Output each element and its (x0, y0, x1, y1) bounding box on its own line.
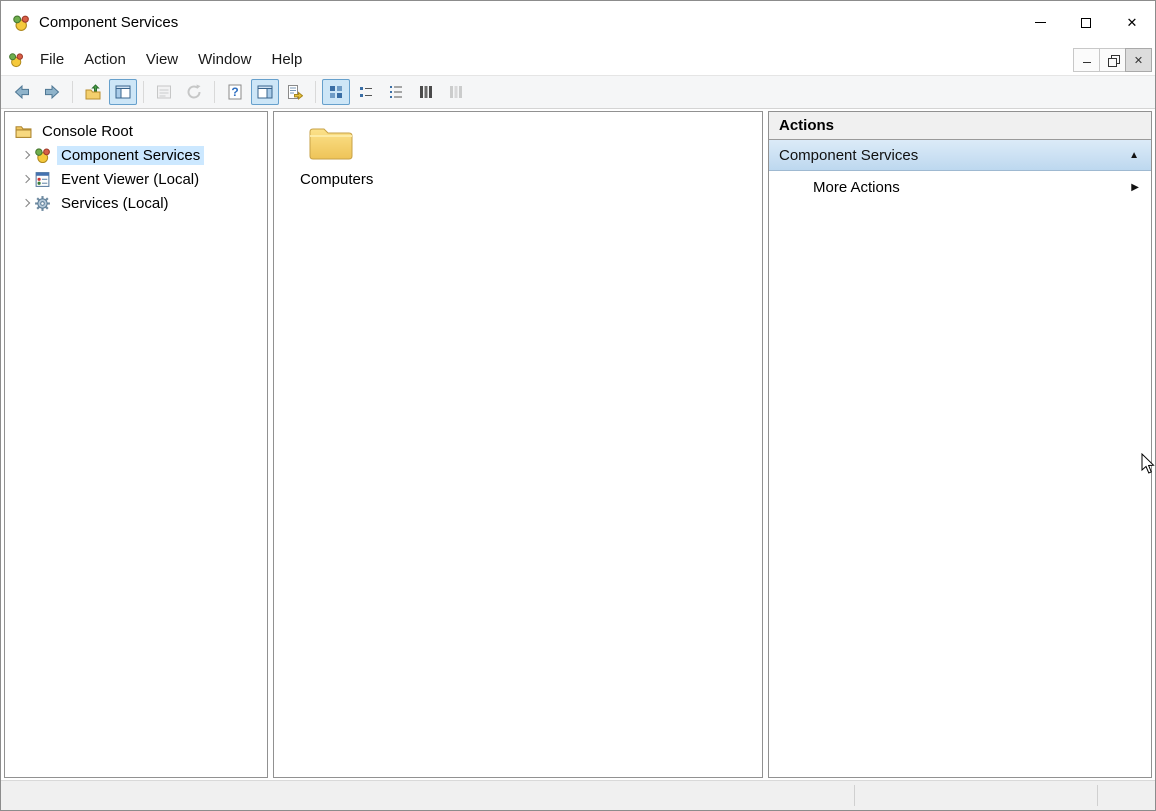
mdi-minimize-icon (1083, 62, 1091, 63)
expand-chevron-icon[interactable] (17, 152, 34, 158)
status-bar (1, 780, 1155, 810)
results-pane: Computers (273, 111, 763, 778)
tree-item-label: Console Root (38, 122, 137, 141)
tree-item-event-viewer[interactable]: Event Viewer (Local) (5, 167, 267, 191)
tree-item-label: Component Services (57, 146, 204, 165)
mdi-window-controls (1074, 48, 1152, 72)
toolbar: ? (1, 76, 1155, 109)
component-services-app-icon (12, 14, 30, 32)
title-bar: Component Services (1, 1, 1155, 44)
folder-icon (15, 123, 32, 140)
more-actions-label: More Actions (813, 179, 900, 196)
tree-item-console-root[interactable]: Console Root (5, 119, 267, 143)
view-small-icons-button[interactable] (352, 79, 380, 105)
minimize-button[interactable] (1017, 1, 1063, 44)
expand-chevron-icon[interactable] (17, 200, 34, 206)
close-icon (1127, 14, 1138, 32)
console-app-icon (8, 52, 24, 68)
console-tree-pane: Console Root Component Services (4, 111, 268, 778)
export-list-icon (287, 84, 303, 100)
component-services-icon (34, 147, 51, 164)
view-list-icon (388, 84, 404, 100)
close-button[interactable] (1109, 1, 1155, 44)
forward-icon (44, 84, 60, 100)
refresh-icon (186, 84, 202, 100)
view-list-button[interactable] (382, 79, 410, 105)
svg-text:?: ? (231, 85, 238, 99)
show-hide-console-tree-button[interactable] (109, 79, 137, 105)
toolbar-separator (214, 81, 215, 103)
actions-section-label: Component Services (779, 147, 918, 164)
mdi-close-icon (1134, 51, 1143, 69)
tree-item-label: Event Viewer (Local) (57, 170, 203, 189)
menu-file[interactable]: File (30, 46, 74, 73)
help-icon: ? (227, 84, 243, 100)
mdi-restore-button[interactable] (1099, 48, 1126, 72)
computers-folder-label: Computers (300, 171, 362, 188)
toolbar-separator (143, 81, 144, 103)
properties-button[interactable] (150, 79, 178, 105)
actions-pane-title: Actions (769, 112, 1151, 140)
menu-window[interactable]: Window (188, 46, 261, 73)
refresh-button[interactable] (180, 79, 208, 105)
status-bar-separator (854, 785, 855, 806)
mdi-close-button[interactable] (1125, 48, 1152, 72)
window-title: Component Services (39, 14, 178, 31)
up-one-level-button[interactable] (79, 79, 107, 105)
up-one-level-icon (85, 84, 101, 100)
help-button[interactable]: ? (221, 79, 249, 105)
main-area: Console Root Component Services (1, 109, 1155, 780)
expand-chevron-icon[interactable] (17, 176, 34, 182)
back-button[interactable] (8, 79, 36, 105)
computers-folder-item[interactable]: Computers (300, 125, 362, 188)
show-hide-action-pane-button[interactable] (251, 79, 279, 105)
event-viewer-icon (34, 171, 51, 188)
mdi-restore-icon (1108, 55, 1118, 65)
toolbar-separator (72, 81, 73, 103)
submenu-arrow-icon: ▶ (1131, 182, 1139, 193)
customize-view-icon (448, 84, 464, 100)
mdi-minimize-button[interactable] (1073, 48, 1100, 72)
back-icon (14, 84, 30, 100)
menu-action[interactable]: Action (74, 46, 136, 73)
actions-pane: Actions Component Services ▲ More Action… (768, 111, 1152, 778)
window-controls (1017, 1, 1155, 44)
export-list-button[interactable] (281, 79, 309, 105)
status-bar-separator (1097, 785, 1098, 806)
customize-view-button[interactable] (442, 79, 470, 105)
component-services-window: Component Services File Action View Wind… (0, 0, 1156, 811)
tree-item-component-services[interactable]: Component Services (5, 143, 267, 167)
properties-icon (156, 84, 172, 100)
view-details-button[interactable] (412, 79, 440, 105)
more-actions-item[interactable]: More Actions ▶ (769, 171, 1151, 204)
tree-item-label: Services (Local) (57, 194, 173, 213)
services-gear-icon (34, 195, 51, 212)
menu-help[interactable]: Help (261, 46, 312, 73)
view-details-icon (418, 84, 434, 100)
action-pane-toggle-icon (257, 84, 273, 100)
minimize-icon (1035, 22, 1046, 23)
computers-folder-icon (308, 125, 354, 161)
menu-bar: File Action View Window Help (1, 44, 1155, 76)
maximize-icon (1081, 18, 1091, 28)
collapse-section-icon[interactable]: ▲ (1129, 150, 1139, 161)
maximize-button[interactable] (1063, 1, 1109, 44)
tree-item-services[interactable]: Services (Local) (5, 191, 267, 215)
menu-view[interactable]: View (136, 46, 188, 73)
actions-section-component-services[interactable]: Component Services ▲ (769, 140, 1151, 171)
forward-button[interactable] (38, 79, 66, 105)
view-small-icons-icon (358, 84, 374, 100)
view-large-icons-button[interactable] (322, 79, 350, 105)
toolbar-separator (315, 81, 316, 103)
console-tree-toggle-icon (115, 84, 131, 100)
view-large-icons-icon (328, 84, 344, 100)
